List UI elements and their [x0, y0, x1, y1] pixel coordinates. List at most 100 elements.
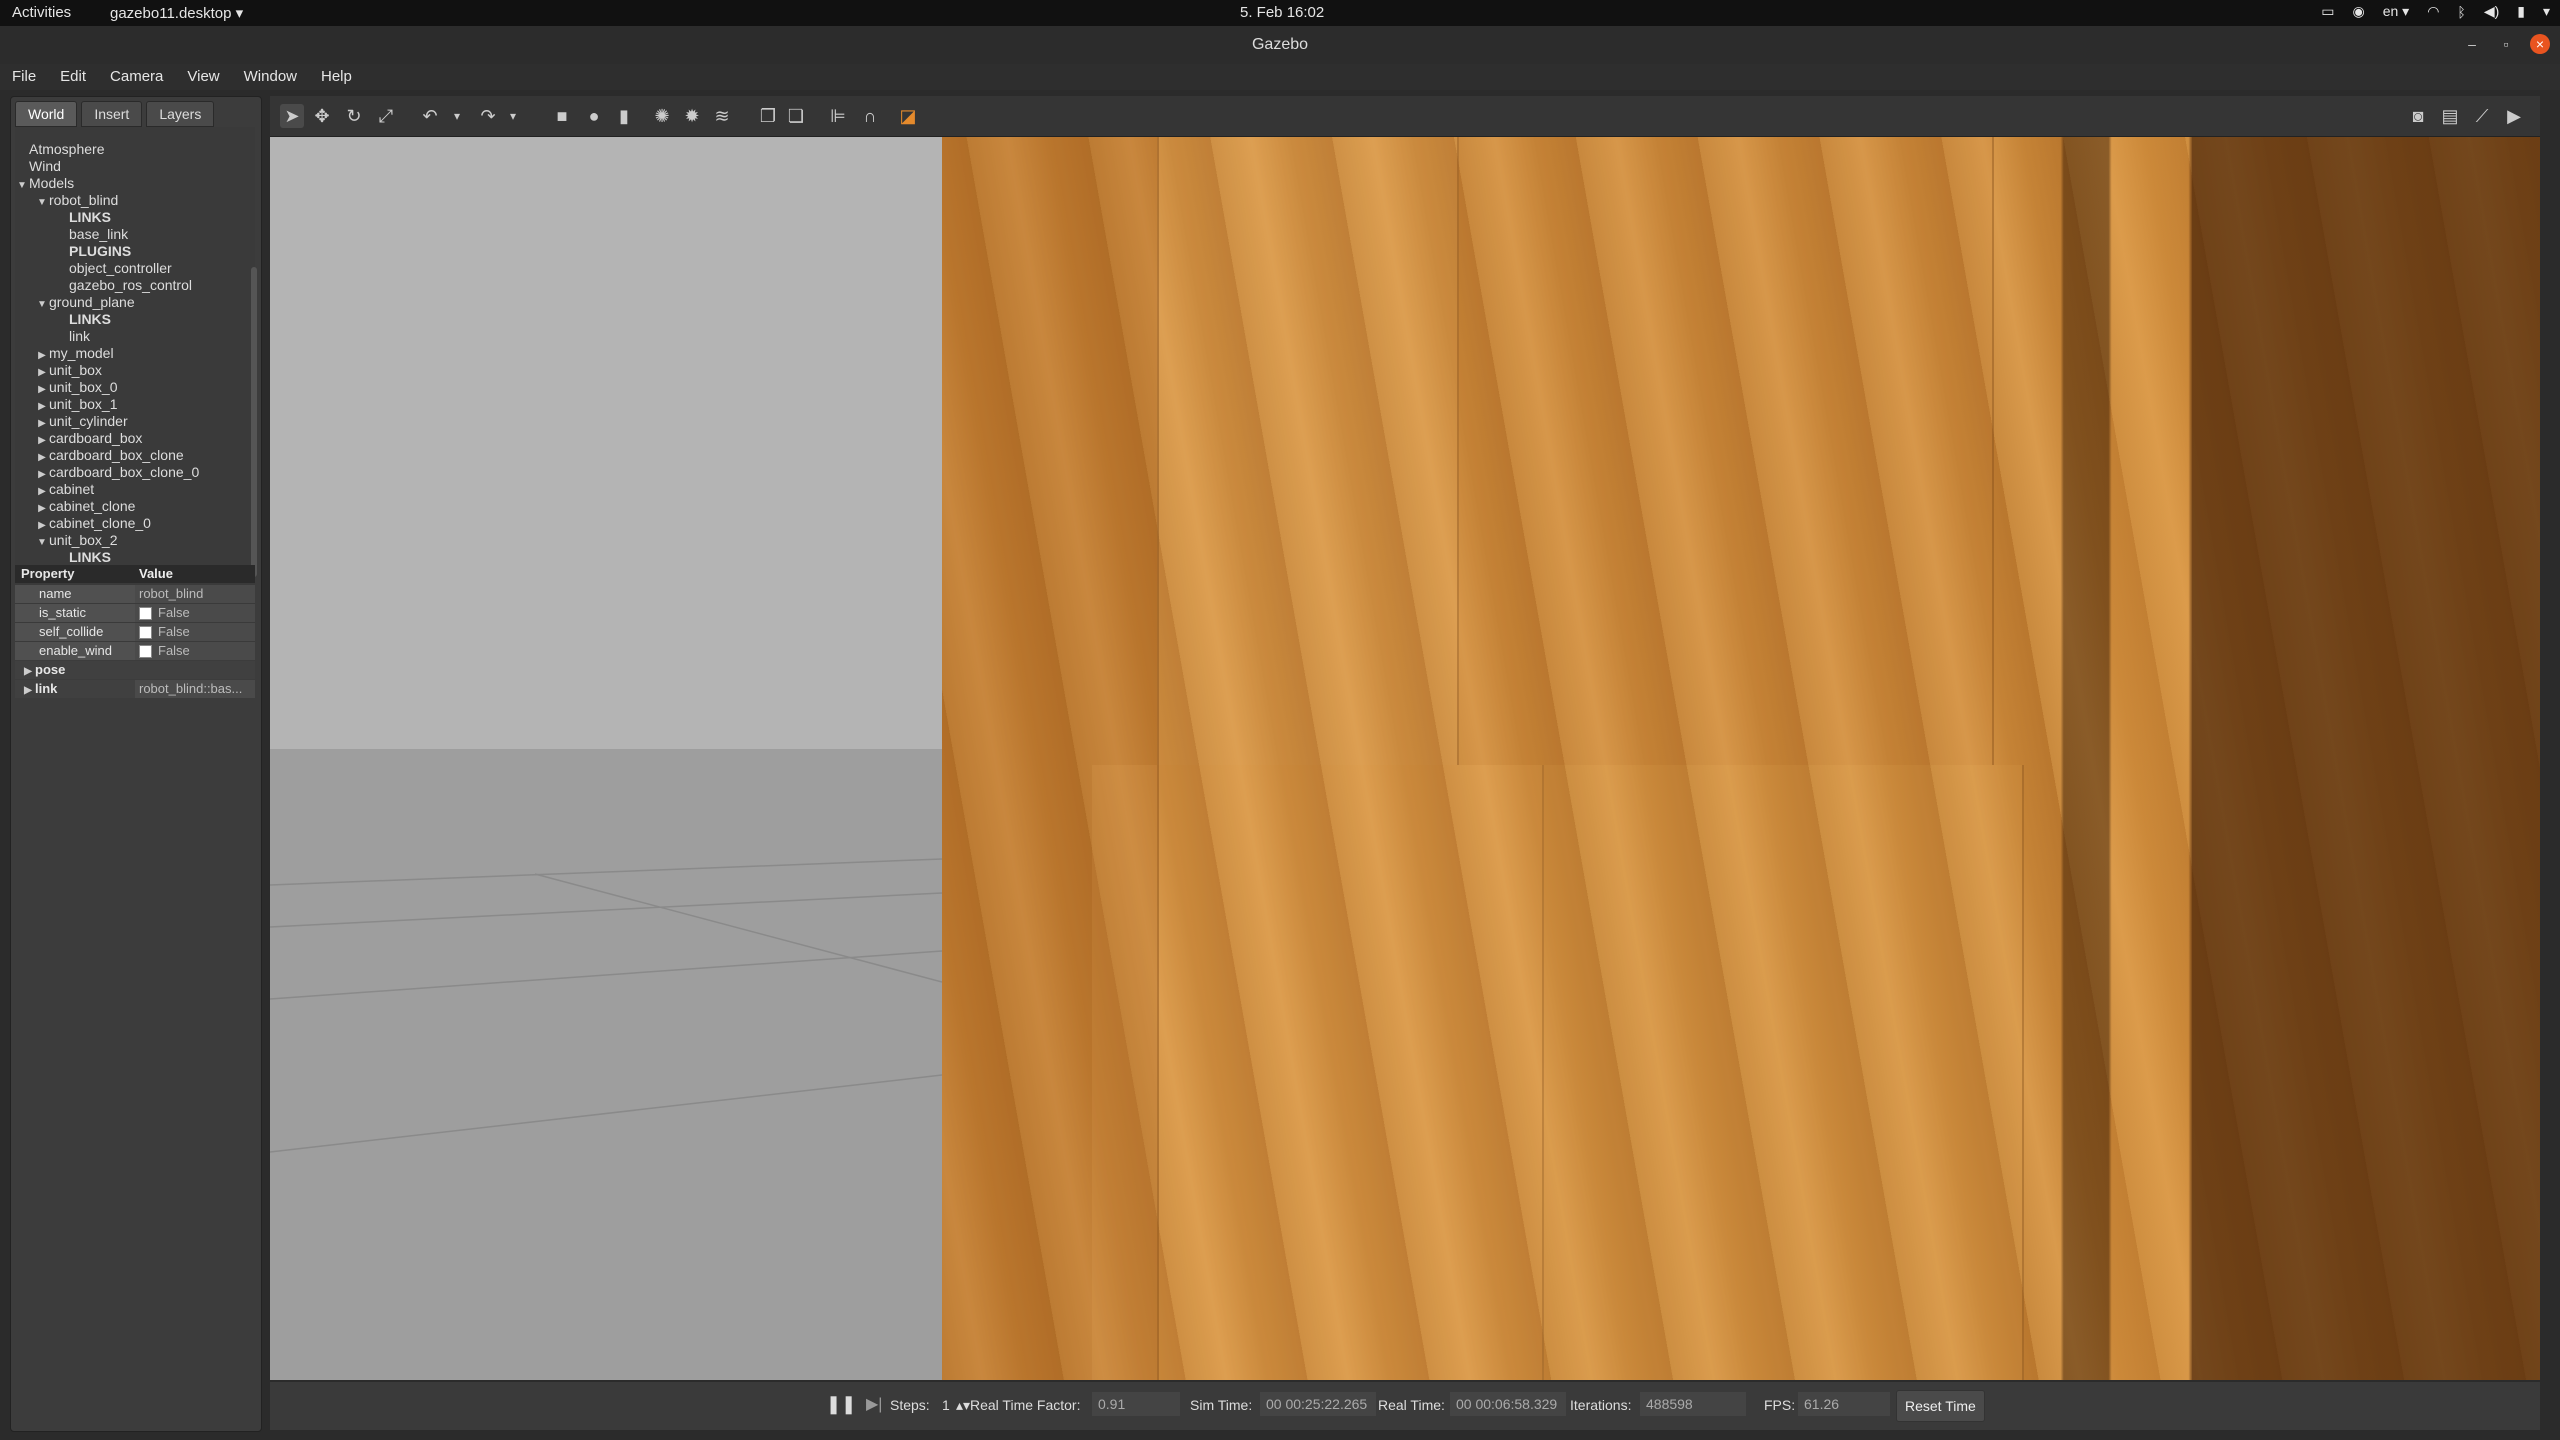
tree-scrollbar[interactable]: [251, 267, 257, 577]
tab-layers[interactable]: Layers: [146, 101, 215, 127]
expand-arrow-icon[interactable]: ▼: [15, 177, 29, 194]
step-icon[interactable]: ▶|: [866, 1394, 882, 1414]
tree-item[interactable]: ▶ cabinet_clone: [35, 498, 135, 515]
property-value[interactable]: False: [135, 642, 255, 660]
tab-insert[interactable]: Insert: [81, 101, 143, 127]
undo-icon[interactable]: ↶: [418, 104, 442, 128]
menu-help[interactable]: Help: [309, 64, 364, 90]
paste-icon[interactable]: ❏: [784, 104, 808, 128]
tree-item[interactable]: LINKS: [69, 549, 111, 566]
expand-arrow-icon[interactable]: ▼: [35, 194, 49, 211]
undo-dropdown-icon[interactable]: ▾: [450, 104, 464, 128]
cylinder-icon[interactable]: ▮: [612, 104, 636, 128]
app-menu[interactable]: gazebo11.desktop ▾: [110, 4, 243, 22]
activities-button[interactable]: Activities: [12, 4, 71, 21]
system-menu-arrow-icon[interactable]: ▾: [2543, 3, 2550, 20]
menu-window[interactable]: Window: [232, 64, 309, 90]
battery-icon[interactable]: ▮: [2517, 3, 2525, 20]
tree-item[interactable]: ▼ robot_blind: [35, 192, 118, 209]
scale-icon[interactable]: ⤢: [374, 104, 398, 128]
3d-viewport[interactable]: [270, 137, 2540, 1380]
minimize-icon[interactable]: –: [2462, 34, 2482, 54]
collapsed-arrow-icon[interactable]: ▶: [21, 663, 35, 681]
tree-item[interactable]: link: [69, 328, 90, 345]
point-light-icon[interactable]: ✺: [650, 104, 674, 128]
checkbox[interactable]: [139, 645, 152, 659]
property-row[interactable]: self_collide False: [15, 623, 255, 641]
translate-icon[interactable]: ✥: [310, 104, 334, 128]
box-icon[interactable]: ■: [550, 104, 574, 128]
directional-light-icon[interactable]: ≋: [710, 104, 734, 128]
rotate-icon[interactable]: ↻: [342, 104, 366, 128]
expand-arrow-icon[interactable]: ▼: [35, 534, 49, 551]
property-row[interactable]: enable_wind False: [15, 642, 255, 660]
language-indicator[interactable]: en ▾: [2383, 3, 2410, 20]
property-row[interactable]: name robot_blind: [15, 585, 255, 603]
clock[interactable]: 5. Feb 16:02: [1240, 4, 1324, 21]
menu-file[interactable]: File: [0, 64, 48, 90]
menu-edit[interactable]: Edit: [48, 64, 98, 90]
tree-item[interactable]: ▶ cabinet: [35, 481, 94, 498]
tree-item[interactable]: ▼ ground_plane: [35, 294, 135, 311]
spot-light-icon[interactable]: ✹: [680, 104, 704, 128]
tree-item[interactable]: Wind: [29, 158, 61, 175]
tree-item[interactable]: ▶ my_model: [35, 345, 113, 362]
volume-icon[interactable]: ◀): [2484, 3, 2499, 20]
property-value[interactable]: False: [135, 604, 255, 622]
tree-item[interactable]: LINKS: [69, 311, 111, 328]
property-value: robot_blind: [135, 585, 255, 603]
tree-item[interactable]: PLUGINS: [69, 243, 131, 260]
screenshot-icon[interactable]: ◙: [2406, 104, 2430, 128]
copy-icon[interactable]: ❐: [756, 104, 780, 128]
align-icon[interactable]: ⊫: [826, 104, 850, 128]
property-row[interactable]: ▶ pose: [15, 661, 255, 679]
select-arrow-icon[interactable]: ➤: [280, 104, 304, 128]
tree-item[interactable]: ▶ unit_box_1: [35, 396, 117, 413]
tree-item[interactable]: LINKS: [69, 209, 111, 226]
tree-item[interactable]: ▶ cardboard_box_clone_0: [35, 464, 199, 481]
collapsed-arrow-icon[interactable]: ▶: [21, 682, 35, 700]
record-icon[interactable]: ▶: [2502, 104, 2526, 128]
tree-item-label: base_link: [69, 226, 129, 242]
log-icon[interactable]: ▤: [2438, 104, 2462, 128]
tree-item[interactable]: ▼ unit_box_2: [35, 532, 117, 551]
tab-world[interactable]: World: [15, 101, 78, 127]
plot-icon[interactable]: ⟋: [2470, 104, 2494, 128]
wifi-icon[interactable]: ◠: [2427, 3, 2439, 20]
property-value[interactable]: False: [135, 623, 255, 641]
tree-item[interactable]: ▶ unit_cylinder: [35, 413, 127, 430]
system-tray[interactable]: ▭ ◉ en ▾ ◠ ᛒ ◀) ▮ ▾: [2321, 3, 2550, 20]
close-icon[interactable]: ×: [2530, 34, 2550, 54]
reset-time-button[interactable]: Reset Time: [1896, 1390, 1985, 1422]
tree-item[interactable]: object_controller: [69, 260, 172, 277]
discord-icon[interactable]: ◉: [2352, 3, 2364, 20]
tree-item[interactable]: gazebo_ros_control: [69, 277, 192, 294]
screen-icon[interactable]: ▭: [2321, 3, 2334, 20]
tree-item[interactable]: ▶ cardboard_box_clone: [35, 447, 184, 464]
tree-item[interactable]: ▼ Models: [15, 175, 74, 192]
bluetooth-icon[interactable]: ᛒ: [2457, 4, 2465, 20]
tree-item[interactable]: base_link: [69, 226, 128, 243]
sim-time-label: Sim Time:: [1190, 1397, 1253, 1413]
tree-item[interactable]: ▶ cardboard_box: [35, 430, 142, 447]
property-row[interactable]: ▶ link robot_blind::bas...: [15, 680, 255, 698]
view-angle-icon[interactable]: ◪: [896, 104, 920, 128]
tree-item[interactable]: ▶ unit_box: [35, 362, 102, 379]
expand-arrow-icon[interactable]: ▼: [35, 296, 49, 313]
snap-icon[interactable]: ∩: [858, 104, 882, 128]
steps-value[interactable]: 1: [942, 1397, 950, 1413]
menu-camera[interactable]: Camera: [98, 64, 175, 90]
tree-item[interactable]: Atmosphere: [29, 141, 104, 158]
checkbox[interactable]: [139, 626, 152, 640]
menu-view[interactable]: View: [175, 64, 231, 90]
sphere-icon[interactable]: ●: [582, 104, 606, 128]
maximize-icon[interactable]: ▫: [2496, 34, 2516, 54]
property-row[interactable]: is_static False: [15, 604, 255, 622]
tree-item[interactable]: ▶ cabinet_clone_0: [35, 515, 151, 532]
tree-item[interactable]: ▶ unit_box_0: [35, 379, 117, 396]
redo-icon[interactable]: ↷: [476, 104, 500, 128]
redo-dropdown-icon[interactable]: ▾: [506, 104, 520, 128]
checkbox[interactable]: [139, 607, 152, 621]
steps-spinner-icon[interactable]: ▴▾: [956, 1397, 970, 1414]
pause-icon[interactable]: ❚❚: [826, 1394, 856, 1415]
